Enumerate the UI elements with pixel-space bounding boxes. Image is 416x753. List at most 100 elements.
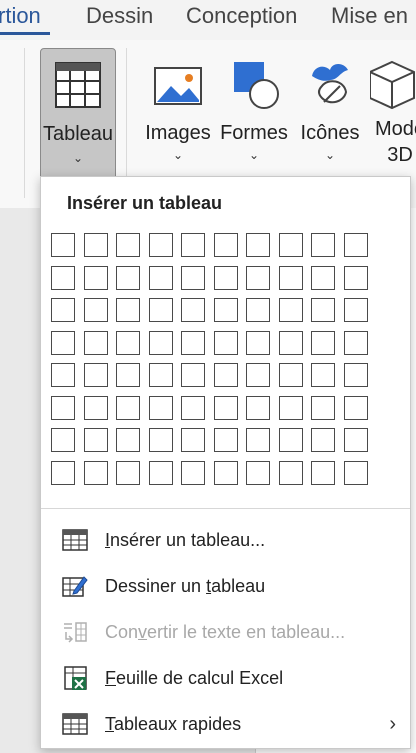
tab-mise-en-page[interactable]: Mise en [331, 3, 408, 29]
convert-text-to-table-icon [62, 619, 88, 645]
table-grid-cell[interactable] [148, 233, 173, 257]
table-grid-cell[interactable] [311, 330, 335, 355]
table-grid-cell[interactable] [246, 460, 270, 485]
table-grid-cell[interactable] [83, 265, 108, 290]
table-grid-cell[interactable] [246, 428, 270, 452]
table-grid-cell[interactable] [51, 363, 75, 387]
table-grid-cell[interactable] [246, 265, 270, 290]
table-grid-cell[interactable] [213, 330, 238, 355]
table-grid-cell[interactable] [278, 233, 303, 257]
table-grid-cell[interactable] [311, 298, 335, 322]
table-grid-cell[interactable] [278, 428, 303, 452]
table-grid-cell[interactable] [83, 233, 108, 257]
table-grid-cell[interactable] [148, 460, 173, 485]
table-grid-cell[interactable] [116, 298, 140, 322]
table-grid-cell[interactable] [311, 428, 335, 452]
table-grid-cell[interactable] [83, 428, 108, 452]
formes-label: Formes [220, 122, 288, 144]
table-grid-cell[interactable] [181, 330, 205, 355]
table-grid-cell[interactable] [148, 395, 173, 420]
table-grid-cell[interactable] [343, 363, 368, 387]
icones-button[interactable]: Icônes ⌄ [294, 48, 366, 178]
table-grid-cell[interactable] [148, 363, 173, 387]
chevron-down-icon: ⌄ [248, 148, 260, 162]
table-grid-cell[interactable] [181, 265, 205, 290]
table-grid-cell[interactable] [83, 395, 108, 420]
table-grid-cell[interactable] [181, 233, 205, 257]
table-grid-cell[interactable] [116, 460, 140, 485]
formes-button[interactable]: Formes ⌄ [218, 48, 290, 178]
table-grid-cell[interactable] [311, 265, 335, 290]
table-grid-cell[interactable] [343, 395, 368, 420]
tab-dessin[interactable]: Dessin [86, 3, 153, 29]
table-grid-cell[interactable] [278, 330, 303, 355]
menu-item-excel-spreadsheet[interactable]: Feuille de calcul Excel [41, 655, 410, 701]
table-grid-cell[interactable] [116, 395, 140, 420]
menu-item-label: Tableaux rapides [105, 714, 242, 734]
menu-item-insert-table[interactable]: Insérer un tableau... [41, 517, 410, 563]
table-grid-cell[interactable] [83, 363, 108, 387]
chevron-down-icon: ⌄ [172, 148, 184, 162]
table-grid-cell[interactable] [278, 265, 303, 290]
chevron-down-icon: ⌄ [324, 148, 336, 162]
table-grid-cell[interactable] [343, 265, 368, 290]
table-grid-cell[interactable] [181, 395, 205, 420]
table-grid-cell[interactable] [51, 460, 75, 485]
table-grid-cell[interactable] [343, 330, 368, 355]
table-grid-cell[interactable] [278, 395, 303, 420]
table-grid-cell[interactable] [278, 363, 303, 387]
table-grid-cell[interactable] [51, 233, 75, 257]
table-grid-cell[interactable] [278, 298, 303, 322]
menu-item-quick-tables[interactable]: Tableaux rapides › [41, 701, 410, 747]
table-grid-cell[interactable] [181, 428, 205, 452]
menu-item-draw-table[interactable]: Dessiner un tableau [41, 563, 410, 609]
table-grid-cell[interactable] [246, 298, 270, 322]
images-button[interactable]: Images ⌄ [142, 48, 214, 178]
table-grid-cell[interactable] [51, 265, 75, 290]
table-grid-cell[interactable] [311, 460, 335, 485]
table-grid-cell[interactable] [116, 265, 140, 290]
table-grid-cell[interactable] [83, 460, 108, 485]
table-grid-cell[interactable] [246, 363, 270, 387]
table-grid-cell[interactable] [51, 428, 75, 452]
table-grid-cell[interactable] [116, 233, 140, 257]
table-grid-cell[interactable] [311, 233, 335, 257]
table-grid-cell[interactable] [343, 460, 368, 485]
table-grid-cell[interactable] [213, 265, 238, 290]
table-grid-cell[interactable] [278, 460, 303, 485]
table-grid-cell[interactable] [213, 428, 238, 452]
table-grid-cell[interactable] [51, 298, 75, 322]
table-grid-cell[interactable] [116, 330, 140, 355]
table-grid-cell[interactable] [343, 298, 368, 322]
table-grid-cell[interactable] [83, 298, 108, 322]
menu-item-convert-text-to-table[interactable]: Convertir le texte en tableau... [41, 609, 410, 655]
table-grid-cell[interactable] [343, 233, 368, 257]
table-grid-cell[interactable] [116, 363, 140, 387]
table-grid-cell[interactable] [181, 298, 205, 322]
table-grid-cell[interactable] [213, 460, 238, 485]
table-grid-cell[interactable] [181, 460, 205, 485]
table-grid-cell[interactable] [148, 298, 173, 322]
table-grid-cell[interactable] [148, 330, 173, 355]
table-grid-cell[interactable] [181, 363, 205, 387]
table-grid-cell[interactable] [83, 330, 108, 355]
table-grid-cell[interactable] [148, 428, 173, 452]
table-grid-cell[interactable] [116, 428, 140, 452]
table-grid-cell[interactable] [246, 330, 270, 355]
table-grid-cell[interactable] [51, 395, 75, 420]
table-grid-cell[interactable] [246, 233, 270, 257]
tab-conception[interactable]: Conception [186, 3, 297, 29]
table-grid-cell[interactable] [343, 428, 368, 452]
3d-model-icon [370, 54, 416, 114]
table-grid-cell[interactable] [51, 330, 75, 355]
table-grid-cell[interactable] [213, 233, 238, 257]
tableau-button[interactable]: Tableau ⌄ [40, 48, 116, 180]
table-grid-cell[interactable] [213, 298, 238, 322]
table-grid-cell[interactable] [246, 395, 270, 420]
table-grid-cell[interactable] [213, 395, 238, 420]
tab-insertion[interactable]: rtion [0, 3, 41, 29]
table-grid-cell[interactable] [311, 395, 335, 420]
table-grid-cell[interactable] [311, 363, 335, 387]
table-grid-cell[interactable] [148, 265, 173, 290]
table-grid-cell[interactable] [213, 363, 238, 387]
